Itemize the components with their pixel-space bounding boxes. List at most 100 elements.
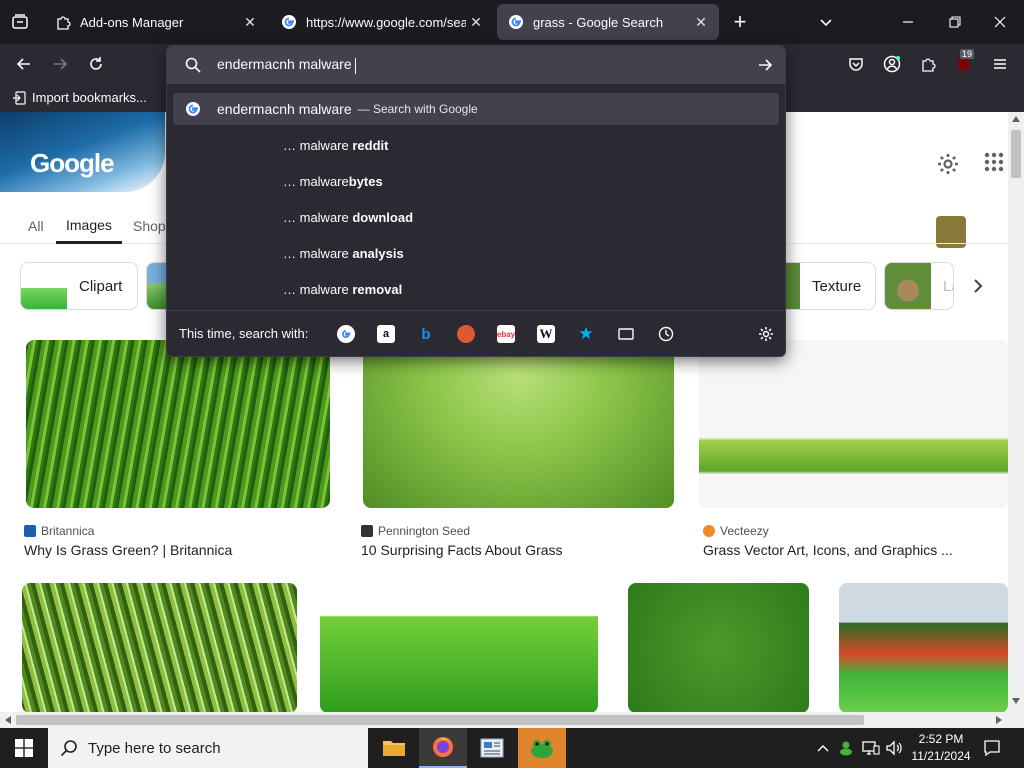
reload-icon[interactable] [84,52,108,76]
tabs-engine-icon[interactable] [617,325,635,343]
suggestion-item[interactable]: … malwarebytes [173,165,779,197]
vertical-scroll-thumb[interactable] [1011,130,1021,178]
result-title[interactable]: Why Is Grass Green? | Britannica [24,542,324,558]
urlbar-popup: endermacnh malware endermacnh malware — … [166,45,786,357]
clock-date: 11/21/2024 [911,749,971,763]
vertical-scrollbar[interactable] [1008,112,1024,712]
suggestion-action: — Search with Google [357,102,478,116]
notifications-icon[interactable] [978,728,1006,768]
pocket-icon[interactable] [844,52,868,76]
go-arrow-icon[interactable] [757,57,773,73]
volume-icon[interactable] [884,728,904,768]
chevron-down-icon[interactable] [814,10,838,34]
frog-app-icon[interactable] [518,728,566,768]
close-tab-icon[interactable]: ✕ [240,12,260,32]
scroll-down-icon[interactable] [1012,698,1020,704]
chip-thumbnail [786,263,800,309]
url-input[interactable]: endermacnh malware [167,46,785,84]
close-tab-icon[interactable]: ✕ [466,12,486,32]
tray-chevron-up-icon[interactable] [814,728,832,768]
chip-texture[interactable]: Texture [786,262,876,310]
ebay-engine-icon[interactable]: ebay [497,325,515,343]
vecteezy-icon [703,525,715,537]
image-result[interactable] [22,583,297,712]
horizontal-scrollbar[interactable] [0,712,1024,728]
suggestion-item[interactable]: … malware download [173,201,779,233]
scroll-up-icon[interactable] [1012,116,1020,122]
new-tab-icon[interactable]: + [728,9,752,34]
back-arrow-icon[interactable] [12,52,36,76]
image-result[interactable] [628,583,809,712]
image-result[interactable] [320,583,598,712]
britannica-icon [24,525,36,537]
taskbar-clock[interactable]: 2:52 PM 11/21/2024 [906,731,976,765]
chevron-right-icon[interactable] [964,274,992,298]
google-engine-icon[interactable] [337,325,355,343]
ublock-icon[interactable]: 19 [952,49,976,76]
apps-grid-icon[interactable] [984,152,1006,174]
google-doodle[interactable]: Google [0,112,165,192]
duckduckgo-engine-icon[interactable] [457,325,475,343]
result-thumbnail [363,340,674,508]
result-source: Pennington Seed [361,524,470,538]
horizontal-scroll-thumb[interactable] [16,715,864,725]
close-window-icon[interactable] [988,10,1012,34]
bing-engine-icon[interactable]: b [417,325,435,343]
import-bookmarks-button[interactable]: Import bookmarks... [12,90,147,105]
tab-images[interactable]: Images [56,208,122,244]
minimize-icon[interactable] [896,10,920,34]
tray-app-icon[interactable] [836,728,856,768]
windows-start-icon[interactable] [0,728,48,768]
result-source: Britannica [24,524,94,538]
puzzle-icon [55,14,71,30]
result-title[interactable]: 10 Surprising Facts About Grass [361,542,671,558]
result-source-name: Britannica [41,524,95,538]
url-input-value: endermacnh malware [217,56,352,73]
result-thumbnail [22,583,297,712]
image-result[interactable] [839,583,1008,712]
network-icon[interactable] [860,728,882,768]
search-settings-gear-icon[interactable] [757,325,775,343]
history-clock-icon[interactable] [657,325,675,343]
tab-addons-manager[interactable]: Add-ons Manager ✕ [44,4,268,40]
account-icon[interactable] [880,52,904,76]
suggestion-item[interactable]: … malware removal [173,273,779,305]
amazon-engine-icon[interactable]: a [377,325,395,343]
wikipedia-engine-icon[interactable]: W [537,325,555,343]
image-result[interactable] [363,340,674,508]
close-tab-icon[interactable]: ✕ [691,12,711,32]
result-source-name: Vecteezy [720,524,769,538]
settings-gear-icon[interactable] [936,152,960,176]
chip-lawn[interactable]: La [884,262,954,310]
chip-clipart[interactable]: Clipart [20,262,138,310]
tab-shopping[interactable]: Shop [133,208,166,244]
suggestion-item[interactable]: … malware reddit [173,129,779,161]
text-caret [354,57,356,74]
hamburger-menu-icon[interactable] [988,52,1012,76]
suggestion-text: … malware analysis [283,245,404,261]
one-off-label: This time, search with: [179,326,309,341]
bookmarks-star-icon[interactable]: ★ [577,324,595,343]
forward-arrow-icon[interactable] [48,52,72,76]
extensions-puzzle-icon[interactable] [916,52,940,76]
taskbar-search-box[interactable]: Type here to search [48,728,368,768]
news-app-icon[interactable] [468,728,516,768]
suggestion-item[interactable]: … malware analysis [173,237,779,269]
suggestion-text: endermacnh malware [217,101,352,117]
scroll-right-icon[interactable] [996,716,1002,724]
image-result[interactable] [699,340,1008,508]
result-source-name: Pennington Seed [378,524,471,538]
tab-grass-search[interactable]: grass - Google Search ✕ [497,4,719,40]
suggestion-search-with-google[interactable]: endermacnh malware — Search with Google [173,93,779,125]
google-logo: Google [30,148,115,178]
tab-google-url[interactable]: https://www.google.com/searc ✕ [270,4,494,40]
file-explorer-icon[interactable] [370,728,418,768]
suggestion-text: … malware reddit [283,137,389,153]
taskbar-search-placeholder: Type here to search [88,739,221,757]
firefox-taskbar-icon[interactable] [419,728,467,768]
scroll-left-icon[interactable] [5,716,11,724]
tab-all[interactable]: All [28,208,44,244]
firefox-view-icon[interactable] [8,10,32,34]
result-title[interactable]: Grass Vector Art, Icons, and Graphics ..… [703,542,965,558]
restore-icon[interactable] [943,10,967,34]
